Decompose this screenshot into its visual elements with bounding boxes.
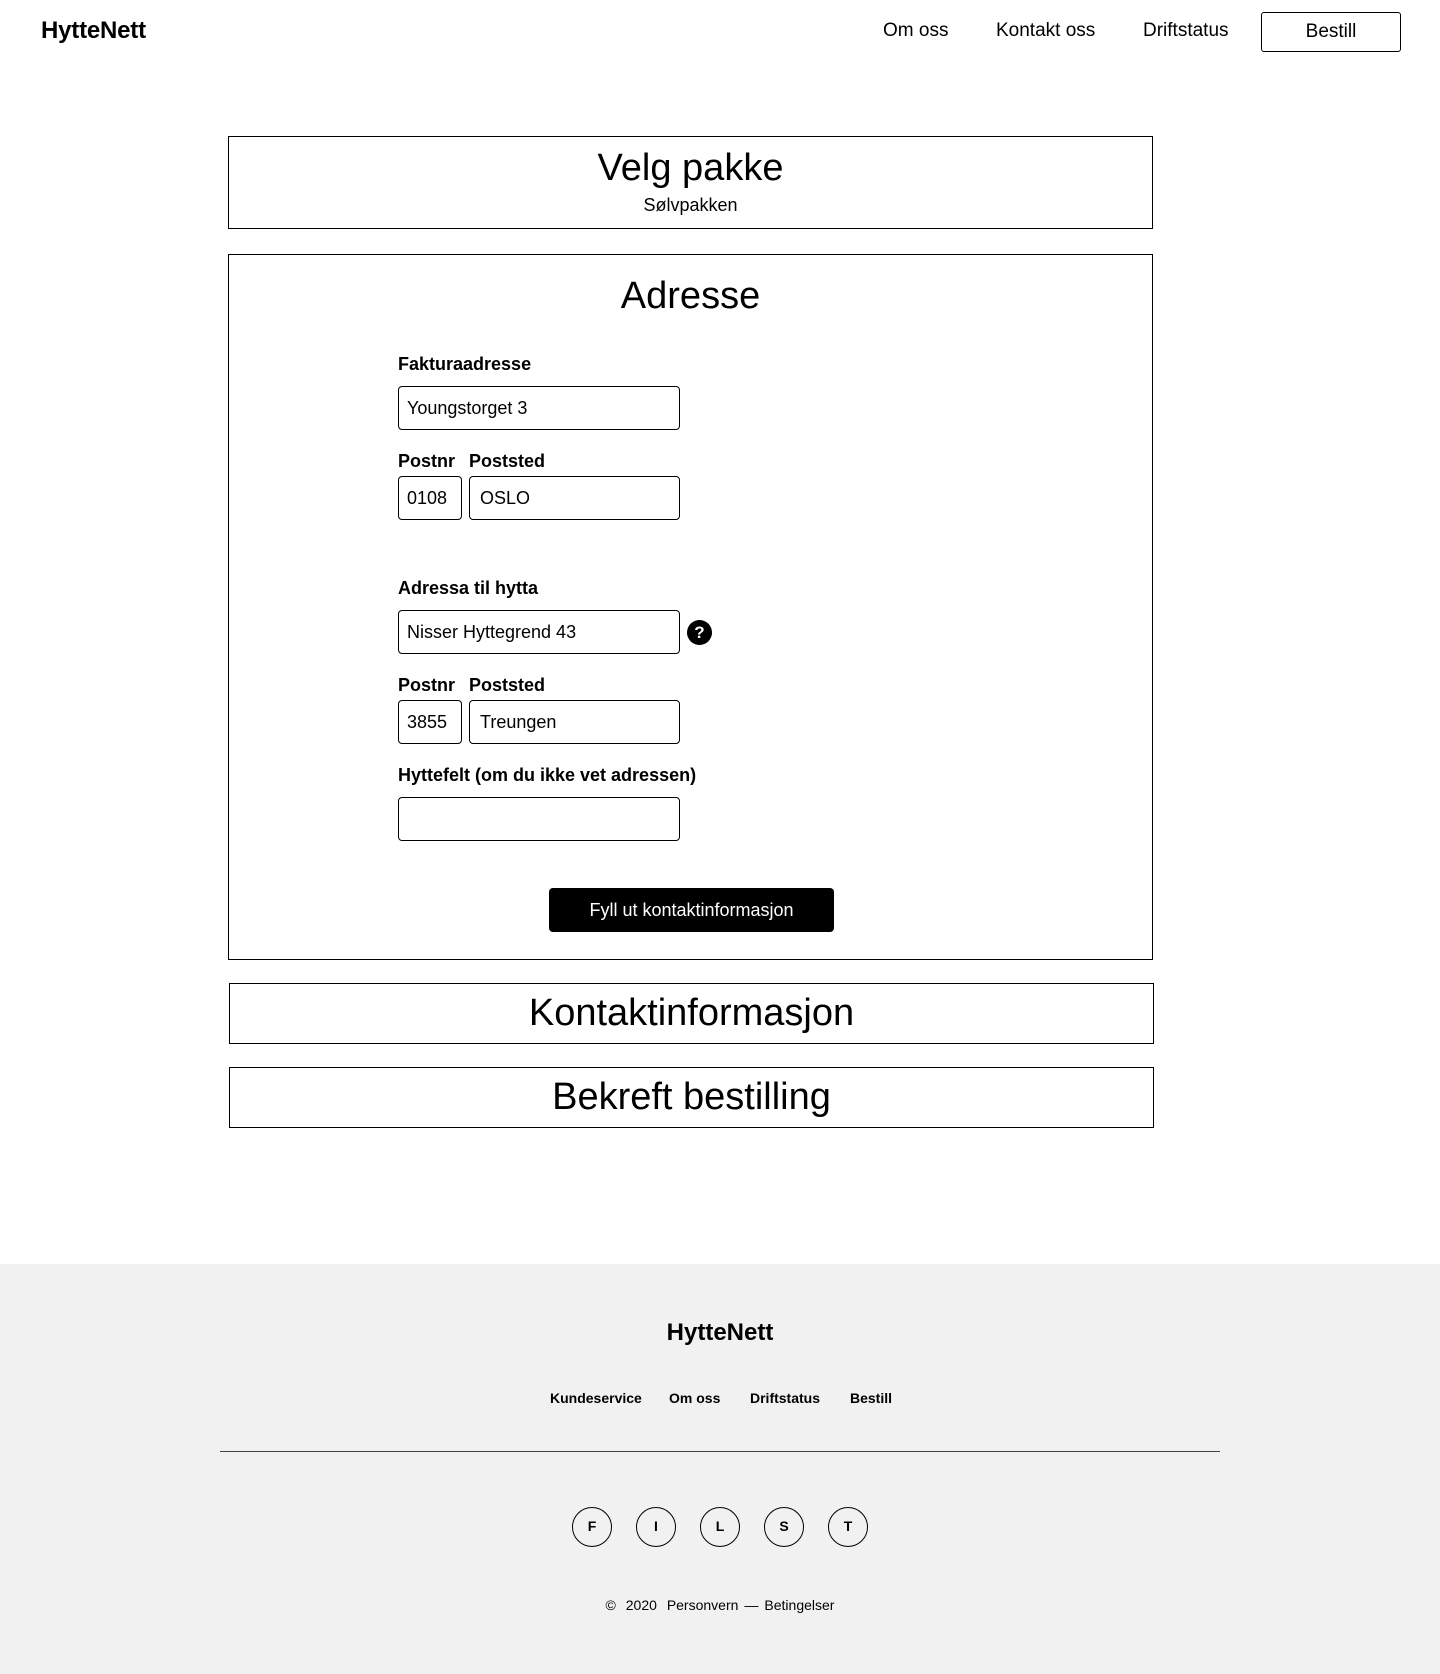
cabin-address-input[interactable] xyxy=(398,610,680,654)
cabin-field-label: Hyttefelt (om du ikke vet adressen) xyxy=(398,765,697,785)
cabin-postnr-input[interactable] xyxy=(398,700,462,744)
bestill-button[interactable]: Bestill xyxy=(1261,12,1401,52)
snapchat-icon[interactable]: S xyxy=(764,1507,804,1547)
site-header: HytteNett Om oss Kontakt oss Driftstatus… xyxy=(0,0,1440,64)
copyright-year: 2020 xyxy=(625,1597,657,1613)
step-title: Velg pakke xyxy=(597,147,784,189)
footer-divider xyxy=(220,1451,1220,1452)
site-footer: HytteNett Kundeservice Om oss Driftstatu… xyxy=(0,1264,1440,1674)
step-title: Kontaktinformasjon xyxy=(528,992,855,1034)
facebook-icon[interactable]: F xyxy=(572,1507,612,1547)
site-logo[interactable]: HytteNett xyxy=(41,17,146,45)
twitter-icon[interactable]: T xyxy=(828,1507,868,1547)
cabin-field-input[interactable] xyxy=(398,797,680,841)
help-icon[interactable]: ? xyxy=(687,620,712,645)
privacy-link[interactable]: Personvern xyxy=(667,1597,739,1613)
billing-postnr-input[interactable] xyxy=(398,476,462,520)
footer-link-driftstatus[interactable]: Driftstatus xyxy=(750,1390,820,1406)
copyright: © 2020 Personvern — Betingelser xyxy=(0,1597,1440,1613)
billing-postnr-label: Postnr xyxy=(398,451,456,471)
nav-link-om-oss[interactable]: Om oss xyxy=(883,20,948,42)
step-velg-pakke[interactable]: Velg pakke Sølvpakken xyxy=(228,136,1153,229)
instagram-icon[interactable]: I xyxy=(636,1507,676,1547)
footer-link-bestill[interactable]: Bestill xyxy=(850,1390,892,1406)
separator: — xyxy=(744,1597,759,1613)
billing-address-input[interactable] xyxy=(398,386,680,430)
nav-link-driftstatus[interactable]: Driftstatus xyxy=(1143,20,1229,42)
billing-poststed-label: Poststed xyxy=(469,451,546,471)
copyright-symbol: © xyxy=(605,1597,616,1613)
terms-link[interactable]: Betingelser xyxy=(764,1597,834,1613)
footer-link-om-oss[interactable]: Om oss xyxy=(669,1390,720,1406)
fill-contact-info-button[interactable]: Fyll ut kontaktinformasjon xyxy=(549,888,834,932)
billing-address-label: Fakturaadresse xyxy=(398,354,532,374)
cabin-postnr-label: Postnr xyxy=(398,675,456,695)
cabin-poststed-input[interactable] xyxy=(469,700,680,744)
linkedin-icon[interactable]: L xyxy=(700,1507,740,1547)
step-kontaktinformasjon[interactable]: Kontaktinformasjon xyxy=(229,983,1154,1044)
nav-link-kontakt-oss[interactable]: Kontakt oss xyxy=(996,20,1095,42)
footer-logo[interactable]: HytteNett xyxy=(0,1319,1440,1347)
cabin-address-label: Adressa til hytta xyxy=(398,578,539,598)
step-adresse: Adresse Fakturaadresse Postnr Poststed A… xyxy=(228,254,1153,960)
billing-poststed-input[interactable] xyxy=(469,476,680,520)
selected-package: Sølvpakken xyxy=(643,195,738,215)
step-title: Bekreft bestilling xyxy=(552,1076,831,1118)
footer-link-kundeservice[interactable]: Kundeservice xyxy=(550,1390,642,1406)
step-bekreft-bestilling[interactable]: Bekreft bestilling xyxy=(229,1067,1154,1128)
step-title: Adresse xyxy=(620,275,761,317)
cabin-poststed-label: Poststed xyxy=(469,675,546,695)
